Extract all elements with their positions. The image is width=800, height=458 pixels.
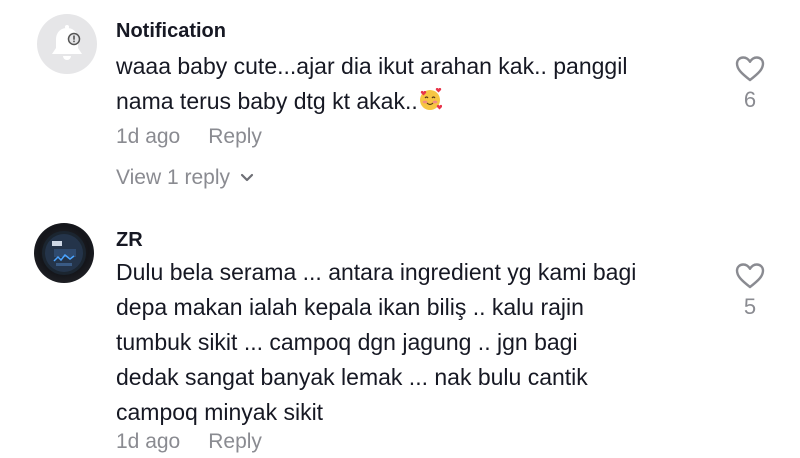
avatar[interactable] xyxy=(34,223,94,283)
comment-author[interactable]: Notification xyxy=(116,20,226,43)
view-replies-button[interactable]: View 1 reply xyxy=(116,166,254,190)
smartwatch-image xyxy=(42,231,86,275)
view-replies-label: View 1 reply xyxy=(116,166,231,189)
heart-outline-icon xyxy=(735,263,765,289)
chevron-down-icon xyxy=(240,173,254,182)
comment-meta: 1d ago Reply xyxy=(116,125,262,149)
comment-meta: 1d ago Reply xyxy=(116,430,262,454)
comment-text: Dulu bela serama ... antara ingredient y… xyxy=(116,259,637,425)
like-button[interactable]: 6 xyxy=(730,55,770,113)
reply-button[interactable]: Reply xyxy=(208,430,262,453)
bell-icon xyxy=(52,25,82,60)
like-count: 5 xyxy=(743,294,757,319)
heart-outline-icon xyxy=(735,56,765,82)
like-button[interactable]: 5 xyxy=(730,262,770,320)
smiling-face-with-hearts-icon xyxy=(418,87,442,122)
comment-time: 1d ago xyxy=(116,125,181,148)
like-count: 6 xyxy=(743,87,757,112)
reply-button[interactable]: Reply xyxy=(208,125,262,148)
comment-text: waaa baby cute...ajar dia ikut arahan ka… xyxy=(116,49,716,122)
comment-time: 1d ago xyxy=(116,430,181,453)
avatar[interactable] xyxy=(37,14,97,74)
comment-author[interactable]: ZR xyxy=(116,229,143,252)
comment-text-body: waaa baby cute...ajar dia ikut arahan ka… xyxy=(116,53,628,114)
